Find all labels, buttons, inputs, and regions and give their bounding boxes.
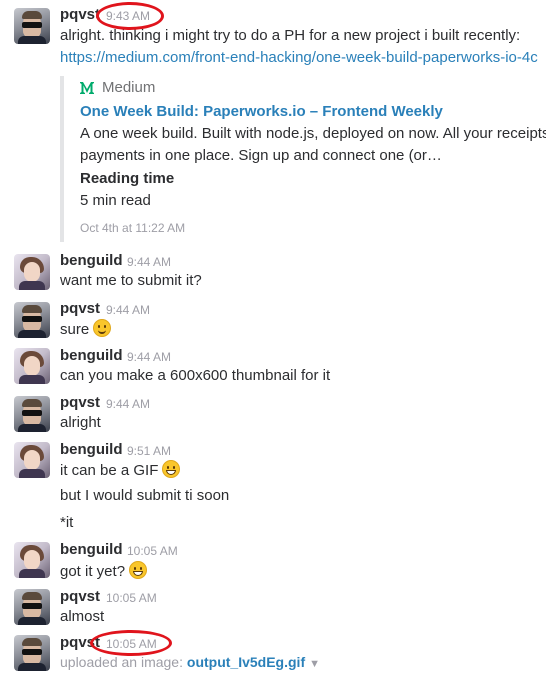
- message-text: almost: [60, 608, 105, 625]
- slightly-smiling-face-emoji-icon: [93, 319, 112, 337]
- message-text: can you make a 600x600 thumbnail for it: [60, 367, 331, 384]
- caret-down-icon[interactable]: ▼: [309, 658, 320, 670]
- timestamp[interactable]: 9:51 AM: [127, 444, 171, 458]
- message-text-body: got it yet?: [60, 563, 126, 580]
- timestamp[interactable]: 9:44 AM: [106, 303, 150, 317]
- avatar-benguild[interactable]: [14, 542, 50, 578]
- upload-prefix: uploaded an image:: [60, 654, 183, 670]
- avatar-pqvst[interactable]: [14, 302, 50, 338]
- message-text: got it yet?: [60, 561, 148, 580]
- sender-name[interactable]: pqvst: [60, 588, 100, 605]
- message: benguild 9:44 AM want me to submit it?: [0, 250, 546, 295]
- message: benguild 9:51 AM it can be a GIF but I w…: [0, 438, 546, 533]
- avatar-benguild[interactable]: [14, 254, 50, 290]
- message: pqvst 9:44 AM sure: [0, 297, 546, 342]
- avatar-pqvst[interactable]: [14, 396, 50, 432]
- timestamp[interactable]: 9:44 AM: [127, 350, 171, 364]
- message: pqvst 10:05 AM uploaded an image: output…: [0, 630, 546, 676]
- message: pqvst 9:43 AM alright. thinking i might …: [0, 0, 546, 245]
- grinning-face-emoji-icon: [162, 460, 181, 478]
- sender-name[interactable]: pqvst: [60, 634, 100, 651]
- sender-name[interactable]: benguild: [60, 441, 123, 458]
- link-preview-attachment: Medium One Week Build: Paperworks.io – F…: [60, 76, 546, 242]
- message-text: *it: [60, 514, 74, 531]
- grinning-face-emoji-icon: [129, 561, 148, 579]
- message: benguild 10:05 AM got it yet?: [0, 538, 546, 583]
- upload-line: uploaded an image: output_Iv5dEg.gif ▼: [60, 654, 320, 670]
- message-text: alright: [60, 414, 101, 431]
- attachment-provider: Medium: [102, 79, 156, 96]
- attachment-field-title: Reading time: [80, 170, 175, 187]
- attachment-footer: Oct 4th at 11:22 AM: [80, 221, 186, 235]
- message-text: alright. thinking i might try to do a PH…: [60, 27, 521, 44]
- message-text-body: it can be a GIF: [60, 462, 159, 479]
- message-text: want me to submit it?: [60, 272, 202, 289]
- sender-name[interactable]: benguild: [60, 347, 123, 364]
- sender-name[interactable]: pqvst: [60, 394, 100, 411]
- avatar-benguild[interactable]: [14, 442, 50, 478]
- timestamp[interactable]: 9:44 AM: [127, 255, 171, 269]
- message-text-body: sure: [60, 321, 90, 338]
- message: benguild 9:44 AM can you make a 600x600 …: [0, 344, 546, 389]
- timestamp[interactable]: 9:44 AM: [106, 397, 150, 411]
- avatar-benguild[interactable]: [14, 348, 50, 384]
- attachment-description: A one week build. Built with node.js, de…: [80, 125, 546, 142]
- avatar-pqvst[interactable]: [14, 635, 50, 671]
- sender-name[interactable]: pqvst: [60, 300, 100, 317]
- sender-name[interactable]: pqvst: [60, 6, 100, 23]
- timestamp[interactable]: 9:43 AM: [106, 9, 150, 23]
- sender-name[interactable]: benguild: [60, 252, 123, 269]
- timestamp[interactable]: 10:05 AM: [106, 591, 157, 605]
- message-text: sure: [60, 319, 112, 338]
- message-link[interactable]: https://medium.com/front-end-hacking/one…: [60, 49, 546, 66]
- file-link[interactable]: output_Iv5dEg.gif: [187, 654, 305, 670]
- timestamp[interactable]: 10:05 AM: [106, 637, 157, 651]
- message-text: it can be a GIF: [60, 460, 181, 479]
- medium-logo-icon: [80, 82, 94, 94]
- attachment-field-value: 5 min read: [80, 192, 151, 209]
- sender-name[interactable]: benguild: [60, 541, 123, 558]
- attachment-description: payments in one place. Sign up and conne…: [80, 147, 442, 164]
- avatar-pqvst[interactable]: [14, 589, 50, 625]
- message-text: but I would submit ti soon: [60, 487, 230, 504]
- timestamp[interactable]: 10:05 AM: [127, 544, 178, 558]
- avatar-pqvst[interactable]: [14, 8, 50, 44]
- message: pqvst 10:05 AM almost: [0, 585, 546, 630]
- attachment-title[interactable]: One Week Build: Paperworks.io – Frontend…: [80, 103, 443, 120]
- message: pqvst 9:44 AM alright: [0, 392, 546, 437]
